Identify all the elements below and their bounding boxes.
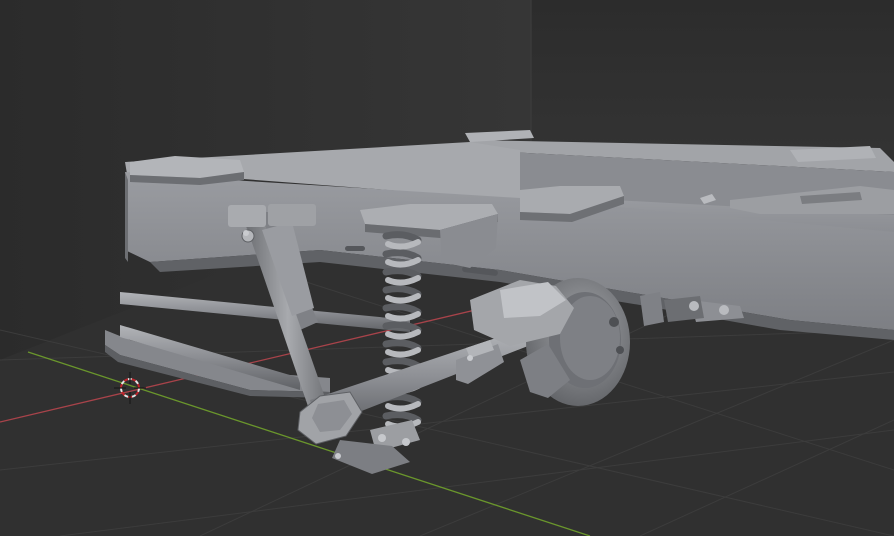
3d-viewport[interactable]	[0, 0, 894, 536]
viewport-canvas[interactable]	[0, 0, 894, 536]
